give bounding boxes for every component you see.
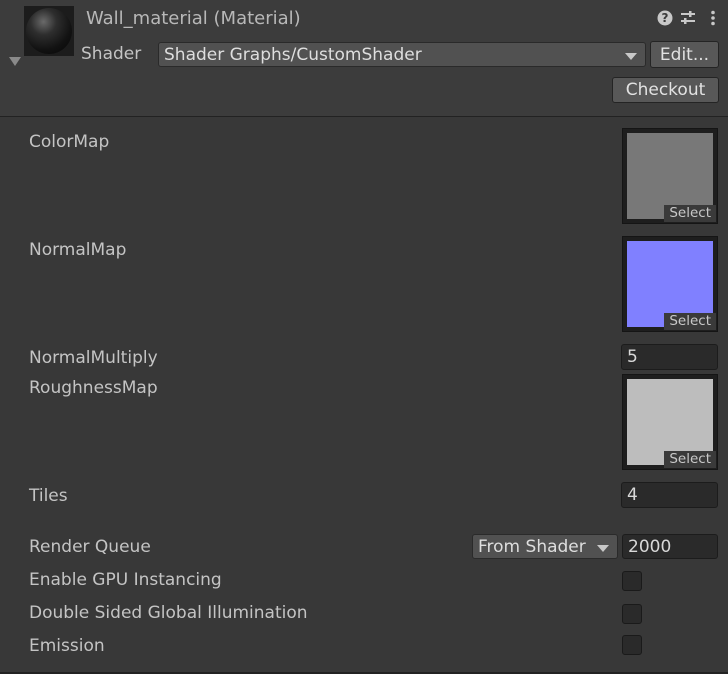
shader-dropdown-value: Shader Graphs/CustomShader: [164, 44, 422, 65]
emission-checkbox[interactable]: [622, 635, 642, 655]
normalmap-label: NormalMap: [29, 240, 127, 260]
render-queue-label: Render Queue: [29, 537, 151, 557]
emission-label: Emission: [29, 636, 105, 656]
normalmultiply-field[interactable]: 5: [621, 344, 718, 370]
foldout-arrow-icon[interactable]: [9, 57, 21, 66]
edit-shader-button-label: Edit...: [659, 44, 710, 65]
normalmultiply-label: NormalMultiply: [29, 348, 158, 368]
render-queue-mode-value: From Shader: [478, 536, 586, 557]
gpu-instancing-checkbox[interactable]: [622, 571, 642, 591]
normalmultiply-value: 5: [627, 347, 638, 367]
render-queue-mode-dropdown[interactable]: From Shader: [472, 534, 618, 559]
material-header: Wall_material (Material) ? Shader Shader…: [0, 0, 728, 117]
preset-sliders-icon[interactable]: [679, 9, 697, 27]
normalmap-select-button[interactable]: Select: [664, 313, 716, 330]
render-queue-field[interactable]: 2000: [622, 534, 718, 559]
help-icon[interactable]: ?: [656, 9, 674, 27]
svg-text:?: ?: [662, 11, 669, 25]
colormap-label: ColorMap: [29, 132, 110, 152]
checkout-button-label: Checkout: [625, 80, 706, 100]
roughnessmap-select-button[interactable]: Select: [664, 451, 716, 468]
tiles-field[interactable]: 4: [621, 482, 718, 508]
roughnessmap-texture-slot[interactable]: Select: [622, 374, 718, 470]
material-preview-sphere: [26, 8, 72, 54]
material-preview: [24, 6, 74, 56]
chevron-down-icon: [597, 544, 609, 552]
shader-dropdown[interactable]: Shader Graphs/CustomShader: [158, 42, 646, 67]
tiles-value: 4: [627, 485, 638, 505]
material-title: Wall_material (Material): [86, 8, 301, 29]
checkout-button[interactable]: Checkout: [612, 77, 719, 103]
chevron-down-icon: [625, 52, 637, 60]
shader-label: Shader: [81, 44, 142, 64]
double-sided-gi-checkbox[interactable]: [622, 604, 642, 624]
render-queue-value: 2000: [628, 536, 672, 557]
double-sided-gi-label: Double Sided Global Illumination: [29, 603, 308, 623]
roughnessmap-label: RoughnessMap: [29, 378, 158, 398]
more-options-icon[interactable]: [705, 9, 723, 27]
gpu-instancing-label: Enable GPU Instancing: [29, 570, 222, 590]
tiles-label: Tiles: [29, 486, 68, 506]
colormap-select-button[interactable]: Select: [664, 205, 716, 222]
normalmap-texture-slot[interactable]: Select: [622, 236, 718, 332]
edit-shader-button[interactable]: Edit...: [650, 41, 719, 68]
colormap-texture-slot[interactable]: Select: [622, 128, 718, 224]
